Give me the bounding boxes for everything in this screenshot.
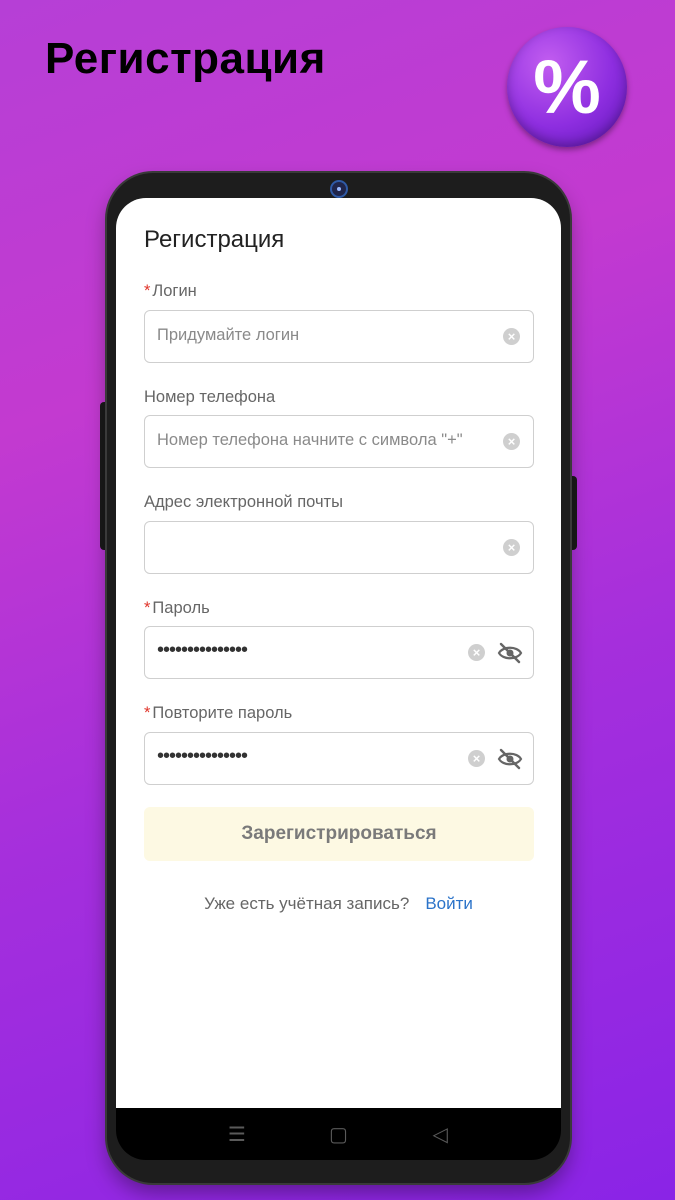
android-nav-bar: ☰ ▢ ◁ — [116, 1108, 561, 1160]
phone-input[interactable]: Номер телефона начните с символа "+" × — [144, 415, 534, 468]
required-mark: * — [144, 704, 151, 722]
login-prompt: Уже есть учётная запись? Войти — [116, 894, 561, 914]
password-value: ••••••••••••••• — [157, 639, 248, 661]
eye-off-icon[interactable] — [497, 747, 523, 771]
password-input[interactable]: ••••••••••••••• × — [144, 626, 534, 679]
login-link[interactable]: Войти — [425, 894, 473, 913]
password-label: * Пароль — [144, 599, 210, 617]
email-input[interactable]: × — [144, 521, 534, 574]
login-question: Уже есть учётная запись? — [204, 894, 410, 913]
clear-icon[interactable]: × — [503, 433, 520, 450]
repeat-password-value: ••••••••••••••• — [157, 745, 248, 767]
promo-title: Регистрация — [45, 34, 326, 83]
percent-badge-icon: % — [507, 27, 627, 147]
phone-screen: Регистрация * Логин Придумайте логин × Но… — [116, 198, 561, 1108]
eye-off-icon[interactable] — [497, 641, 523, 665]
login-input[interactable]: Придумайте логин × — [144, 310, 534, 363]
menu-icon[interactable]: ☰ — [222, 1122, 252, 1147]
phone-label: Номер телефона — [144, 388, 276, 406]
camera-icon — [332, 182, 346, 196]
repeat-password-label: * Повторите пароль — [144, 704, 293, 722]
login-placeholder: Придумайте логин — [157, 326, 300, 344]
register-button[interactable]: Зарегистрироваться — [144, 807, 534, 861]
email-label: Адрес электронной почты — [144, 493, 343, 511]
form-title: Регистрация — [144, 226, 285, 253]
home-icon[interactable]: ▢ — [323, 1122, 353, 1147]
back-icon[interactable]: ◁ — [425, 1122, 455, 1147]
required-mark: * — [144, 282, 151, 300]
clear-icon[interactable]: × — [503, 539, 520, 556]
phone-placeholder: Номер телефона начните с символа "+" — [157, 431, 463, 449]
clear-icon[interactable]: × — [468, 750, 485, 767]
clear-icon[interactable]: × — [503, 328, 520, 345]
clear-icon[interactable]: × — [468, 644, 485, 661]
login-label: * Логин — [144, 282, 197, 300]
repeat-password-input[interactable]: ••••••••••••••• × — [144, 732, 534, 785]
required-mark: * — [144, 599, 151, 617]
